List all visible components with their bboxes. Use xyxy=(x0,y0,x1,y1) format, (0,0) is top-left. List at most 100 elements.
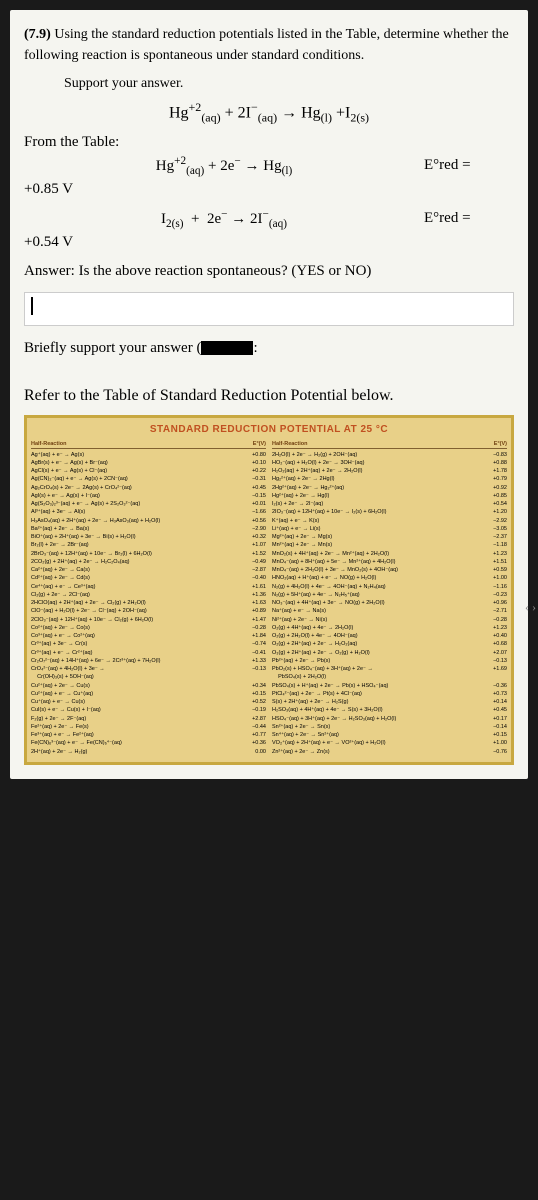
potential-cell: −2.90 xyxy=(238,525,266,533)
reaction-cell: 2CO₂(g) + 2H⁺(aq) + 2e⁻ → H₂C₂O₄(aq) xyxy=(31,558,238,566)
reaction-cell: MnO₄⁻(aq) + 2H₂O(l) + 3e⁻ → MnO₂(s) + 4O… xyxy=(272,566,479,574)
table-row: MnO₄⁻(aq) + 8H⁺(aq) + 5e⁻ → Mn²⁺(aq) + 4… xyxy=(272,558,507,566)
table-row: AgCl(s) + e⁻ → Ag(s) + Cl⁻(aq)+0.22 xyxy=(31,467,266,475)
eq1-voltage: +0.85 V xyxy=(24,181,514,198)
table-row: 2BrO₃⁻(aq) + 12H⁺(aq) + 10e⁻ → Br₂(l) + … xyxy=(31,550,266,558)
table-row: O₂(g) + 2H⁺(aq) + 2e⁻ → H₂O₂(aq)+0.68 xyxy=(272,640,507,648)
potential-cell: +0.79 xyxy=(479,475,507,483)
reaction-cell: Cr₂O₇²⁻(aq) + 14H⁺(aq) + 6e⁻ → 2Cr³⁺(aq)… xyxy=(31,657,238,665)
reaction-cell: H₃AsO₄(aq) + 2H⁺(aq) + 2e⁻ → H₃AsO₃(aq) … xyxy=(31,517,238,525)
reaction-cell: PbSO₄(s) + H⁺(aq) + 2e⁻ → Pb(s) + HSO₄⁻(… xyxy=(272,682,479,690)
reaction-cell: Fe³⁺(aq) + e⁻ → Fe²⁺(aq) xyxy=(31,731,238,739)
reaction-cell: 2BrO₃⁻(aq) + 12H⁺(aq) + 10e⁻ → Br₂(l) + … xyxy=(31,550,238,558)
table-row: O₂(g) + 2H₂O(l) + 4e⁻ → 4OH⁻(aq)+0.40 xyxy=(272,632,507,640)
refer-to-table: Refer to the Table of Standard Reduction… xyxy=(24,387,514,405)
potential-cell: −1.16 xyxy=(479,583,507,591)
eq1-ered-label: E°red = xyxy=(424,157,514,174)
potential-cell: +0.14 xyxy=(479,698,507,706)
reaction-cell: Mg²⁺(aq) + 2e⁻ → Mg(s) xyxy=(272,533,479,541)
potential-cell: +0.40 xyxy=(479,632,507,640)
potential-cell: +1.00 xyxy=(479,739,507,747)
table-row: H₂O₂(aq) + 2H⁺(aq) + 2e⁻ → 2H₂O(l)+1.78 xyxy=(272,467,507,475)
worksheet-page: (7.9) Using the standard reduction poten… xyxy=(10,10,528,779)
potential-cell: +0.73 xyxy=(479,690,507,698)
potential-cell: 0.00 xyxy=(238,748,266,756)
potential-cell: +0.56 xyxy=(238,517,266,525)
table-title: STANDARD REDUCTION POTENTIAL AT 25 °C xyxy=(31,424,507,435)
reaction-cell: Br₂(l) + 2e⁻ → 2Br⁻(aq) xyxy=(31,541,238,549)
eq2-voltage: +0.54 V xyxy=(24,234,514,251)
potential-cell: +1.52 xyxy=(238,550,266,558)
table-row: VO₂⁺(aq) + 2H⁺(aq) + e⁻ → VO²⁺(aq) + H₂O… xyxy=(272,739,507,747)
potential-cell: −0.40 xyxy=(238,574,266,582)
potential-cell: +1.20 xyxy=(479,508,507,516)
table-row: Cr₂O₇²⁻(aq) + 14H⁺(aq) + 6e⁻ → 2Cr³⁺(aq)… xyxy=(31,657,266,665)
table-row: Zn²⁺(aq) + 2e⁻ → Zn(s)−0.76 xyxy=(272,748,507,756)
reaction-cell: AgBr(s) + e⁻ → Ag(s) + Br⁻(aq) xyxy=(31,459,238,467)
reaction-cell: H₂O₂(aq) + 2H⁺(aq) + 2e⁻ → 2H₂O(l) xyxy=(272,467,479,475)
reaction-cell: Al³⁺(aq) + 3e⁻ → Al(s) xyxy=(31,508,238,516)
table-row: I₂(s) + 2e⁻ → 2I⁻(aq)+0.54 xyxy=(272,500,507,508)
table-row: AgI(s) + e⁻ → Ag(s) + I⁻(aq)−0.15 xyxy=(31,492,266,500)
table-row: Ca²⁺(aq) + 2e⁻ → Ca(s)−2.87 xyxy=(31,566,266,574)
potential-cell: +2.07 xyxy=(479,649,507,657)
from-table-label: From the Table: xyxy=(24,134,514,151)
table-row: N₂(g) + 5H⁺(aq) + 4e⁻ → N₂H₅⁺(aq)−0.23 xyxy=(272,591,507,599)
potential-cell: −1.66 xyxy=(238,508,266,516)
eq2-formula: I2(s) + 2e− → 2I−(aq) xyxy=(24,208,424,230)
potential-cell: −0.76 xyxy=(479,748,507,756)
table-row: Al³⁺(aq) + 3e⁻ → Al(s)−1.66 xyxy=(31,508,266,516)
table-row: 2HClO(aq) + 2H⁺(aq) + 2e⁻ → Cl₂(g) + 2H₂… xyxy=(31,599,266,607)
potential-cell: +1.33 xyxy=(238,657,266,665)
potential-cell: +1.23 xyxy=(479,550,507,558)
problem-statement: (7.9) Using the standard reduction poten… xyxy=(24,24,514,66)
table-row: Mg²⁺(aq) + 2e⁻ → Mg(s)−2.37 xyxy=(272,533,507,541)
potential-cell: −2.87 xyxy=(238,566,266,574)
reaction-cell: BiO⁺(aq) + 2H⁺(aq) + 3e⁻ → Bi(s) + H₂O(l… xyxy=(31,533,238,541)
reaction-cell: O₂(g) + 4H⁺(aq) + 4e⁻ → 2H₂O(l) xyxy=(272,624,479,632)
potential-cell: +2.87 xyxy=(238,715,266,723)
reaction-cell: Na⁺(aq) + e⁻ → Na(s) xyxy=(272,607,479,615)
reaction-cell: Ba²⁺(aq) + 2e⁻ → Ba(s) xyxy=(31,525,238,533)
table-row: Hg²⁺(aq) + 2e⁻ → Hg(l)+0.85 xyxy=(272,492,507,500)
reaction-cell: Zn²⁺(aq) + 2e⁻ → Zn(s) xyxy=(272,748,479,756)
potential-cell: +1.69 xyxy=(479,665,507,673)
reaction-cell: Cr³⁺(aq) + e⁻ → Cr²⁺(aq) xyxy=(31,649,238,657)
col-header-e: E°(V) xyxy=(238,441,266,447)
table-row: Hg₂²⁺(aq) + 2e⁻ → 2Hg(l)+0.79 xyxy=(272,475,507,483)
table-row: Mn²⁺(aq) + 2e⁻ → Mn(s)−1.18 xyxy=(272,541,507,549)
reaction-cell: I₂(s) + 2e⁻ → 2I⁻(aq) xyxy=(272,500,479,508)
table-row: Co³⁺(aq) + e⁻ → Co²⁺(aq)+1.84 xyxy=(31,632,266,640)
reaction-cell: H₂SO₃(aq) + 4H⁺(aq) + 4e⁻ → S(s) + 3H₂O(… xyxy=(272,706,479,714)
table-row: MnO₄⁻(aq) + 2H₂O(l) + 3e⁻ → MnO₂(s) + 4O… xyxy=(272,566,507,574)
potential-cell: −0.83 xyxy=(479,451,507,459)
reaction-cell: Ce⁴⁺(aq) + e⁻ → Ce³⁺(aq) xyxy=(31,583,238,591)
reaction-cell: Sn²⁺(aq) + 2e⁻ → Sn(s) xyxy=(272,723,479,731)
potential-cell: +0.59 xyxy=(479,566,507,574)
potential-cell: +0.32 xyxy=(238,533,266,541)
potential-cell: +0.45 xyxy=(479,706,507,714)
potential-cell: +0.88 xyxy=(479,459,507,467)
col-header-reaction: Half-Reaction xyxy=(272,441,479,447)
table-row: NO₃⁻(aq) + 4H⁺(aq) + 3e⁻ → NO(g) + 2H₂O(… xyxy=(272,599,507,607)
table-row: 2H₂O(l) + 2e⁻ → H₂(g) + 2OH⁻(aq)−0.83 xyxy=(272,451,507,459)
answer-input[interactable] xyxy=(24,292,514,326)
table-row: PbO₂(s) + HSO₄⁻(aq) + 3H⁺(aq) + 2e⁻ →+1.… xyxy=(272,665,507,673)
potential-cell: +0.45 xyxy=(238,484,266,492)
potential-cell: −0.49 xyxy=(238,558,266,566)
reaction-cell: Ag(CN)₂⁻(aq) + e⁻ → Ag(s) + 2CN⁻(aq) xyxy=(31,475,238,483)
potential-cell xyxy=(238,673,266,681)
table-row: MnO₂(s) + 4H⁺(aq) + 2e⁻ → Mn²⁺(aq) + 2H₂… xyxy=(272,550,507,558)
reaction-cell: Cd²⁺(aq) + 2e⁻ → Cd(s) xyxy=(31,574,238,582)
table-row: F₂(g) + 2e⁻ → 2F⁻(aq)+2.87 xyxy=(31,715,266,723)
potential-cell: −0.15 xyxy=(238,492,266,500)
potential-cell: +0.96 xyxy=(479,599,507,607)
table-row: ClO⁻(aq) + H₂O(l) + 2e⁻ → Cl⁻(aq) + 2OH⁻… xyxy=(31,607,266,615)
reaction-cell: 2IO₃⁻(aq) + 12H⁺(aq) + 10e⁻ → I₂(s) + 6H… xyxy=(272,508,479,516)
table-row: Ag(CN)₂⁻(aq) + e⁻ → Ag(s) + 2CN⁻(aq)−0.3… xyxy=(31,475,266,483)
table-row: O₂(g) + 4H⁺(aq) + 4e⁻ → 2H₂O(l)+1.23 xyxy=(272,624,507,632)
potential-cell: −1.18 xyxy=(479,541,507,549)
potential-cell: +0.52 xyxy=(238,698,266,706)
scroll-indicator-icon[interactable]: ‹ › xyxy=(525,600,536,615)
potential-cell: +0.22 xyxy=(238,467,266,475)
